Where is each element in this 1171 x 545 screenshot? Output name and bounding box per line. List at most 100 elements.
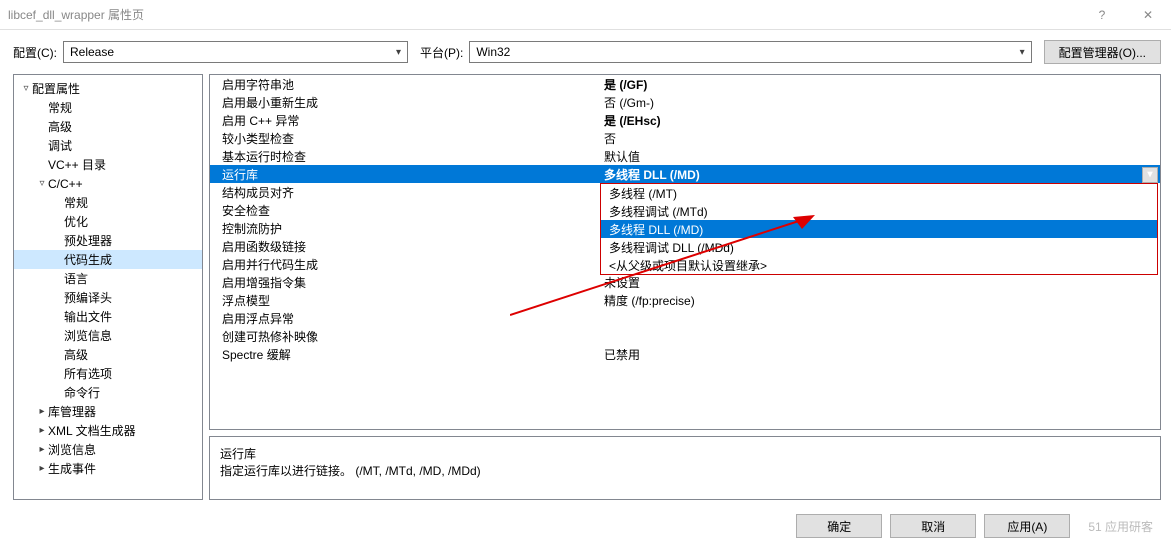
tree-item-label: XML 文档生成器: [48, 422, 136, 439]
property-value[interactable]: 未设置: [600, 274, 1160, 291]
tree-item[interactable]: 预编译头: [14, 288, 202, 307]
tree-item[interactable]: 高级: [14, 345, 202, 364]
tree-item[interactable]: ▿配置属性: [14, 79, 202, 98]
tree-item-label: 生成事件: [48, 460, 96, 477]
tree-item[interactable]: 代码生成: [14, 250, 202, 269]
tree-item[interactable]: ▸库管理器: [14, 402, 202, 421]
tree-item-label: 调试: [48, 137, 72, 154]
property-name: 启用浮点异常: [210, 310, 600, 327]
property-name: 启用函数级链接: [210, 238, 600, 255]
property-row[interactable]: Spectre 缓解已禁用: [210, 345, 1160, 363]
tree-item-label: 配置属性: [32, 80, 80, 97]
tree-item-label: 预处理器: [64, 232, 112, 249]
chevron-right-icon: ▸: [36, 425, 48, 436]
dropdown-arrow-icon[interactable]: ▾: [1142, 167, 1158, 183]
config-row: 配置(C): Release ▾ 平台(P): Win32 ▾ 配置管理器(O)…: [0, 30, 1171, 74]
chevron-down-icon: ▿: [20, 83, 32, 94]
property-value[interactable]: 是 (/EHsc): [600, 112, 1160, 129]
dialog-footer: 确定 取消 应用(A) 51 应用研客: [0, 500, 1171, 538]
property-value[interactable]: 已禁用: [600, 346, 1160, 363]
tree-item[interactable]: VC++ 目录: [14, 155, 202, 174]
runtime-library-dropdown[interactable]: 多线程 (/MT)多线程调试 (/MTd)多线程 DLL (/MD)多线程调试 …: [600, 183, 1158, 275]
category-tree[interactable]: ▿配置属性常规高级调试VC++ 目录▿C/C++常规优化预处理器代码生成语言预编…: [13, 74, 203, 500]
tree-item[interactable]: 优化: [14, 212, 202, 231]
property-name: 控制流防护: [210, 220, 600, 237]
property-name: 启用字符串池: [210, 76, 600, 93]
cancel-button[interactable]: 取消: [890, 514, 976, 538]
tree-item-label: VC++ 目录: [48, 156, 106, 173]
config-manager-button[interactable]: 配置管理器(O)...: [1044, 40, 1161, 64]
property-name: 创建可热修补映像: [210, 328, 600, 345]
property-value[interactable]: 多线程 DLL (/MD)▾: [600, 166, 1160, 183]
tree-item-label: C/C++: [48, 177, 83, 191]
tree-item[interactable]: ▸XML 文档生成器: [14, 421, 202, 440]
config-value: Release: [70, 45, 114, 59]
tree-item[interactable]: ▸生成事件: [14, 459, 202, 478]
tree-item[interactable]: 常规: [14, 98, 202, 117]
chevron-right-icon: ▸: [36, 406, 48, 417]
property-row[interactable]: 运行库多线程 DLL (/MD)▾: [210, 165, 1160, 183]
tree-item-label: 命令行: [64, 384, 100, 401]
tree-item-label: 常规: [48, 99, 72, 116]
property-value[interactable]: 默认值: [600, 148, 1160, 165]
dropdown-option[interactable]: 多线程调试 (/MTd): [601, 202, 1157, 220]
property-value[interactable]: 否 (/Gm-): [600, 94, 1160, 111]
ok-button[interactable]: 确定: [796, 514, 882, 538]
help-button[interactable]: ?: [1079, 0, 1125, 30]
tree-item[interactable]: 命令行: [14, 383, 202, 402]
chevron-down-icon: ▾: [396, 47, 401, 58]
title-bar: libcef_dll_wrapper 属性页 ? ✕: [0, 0, 1171, 30]
property-value[interactable]: 否: [600, 130, 1160, 147]
property-name: Spectre 缓解: [210, 346, 600, 363]
property-row[interactable]: 启用 C++ 异常是 (/EHsc): [210, 111, 1160, 129]
property-row[interactable]: 较小类型检查否: [210, 129, 1160, 147]
config-label: 配置(C):: [13, 44, 57, 61]
property-value[interactable]: 是 (/GF): [600, 76, 1160, 93]
dropdown-option[interactable]: <从父级或项目默认设置继承>: [601, 256, 1157, 274]
apply-button[interactable]: 应用(A): [984, 514, 1070, 538]
property-row[interactable]: 创建可热修补映像: [210, 327, 1160, 345]
tree-item-label: 输出文件: [64, 308, 112, 325]
tree-item[interactable]: 预处理器: [14, 231, 202, 250]
tree-item-label: 浏览信息: [48, 441, 96, 458]
property-row[interactable]: 浮点模型精度 (/fp:precise): [210, 291, 1160, 309]
dropdown-option[interactable]: 多线程 (/MT): [601, 184, 1157, 202]
property-row[interactable]: 启用浮点异常: [210, 309, 1160, 327]
tree-item-label: 所有选项: [64, 365, 112, 382]
chevron-down-icon: ▾: [1020, 47, 1025, 58]
description-text: 指定运行库以进行链接。 (/MT, /MTd, /MD, /MDd): [220, 462, 1150, 479]
tree-item[interactable]: 所有选项: [14, 364, 202, 383]
tree-item-label: 优化: [64, 213, 88, 230]
platform-combo[interactable]: Win32 ▾: [469, 41, 1031, 63]
property-grid[interactable]: 启用字符串池是 (/GF)启用最小重新生成否 (/Gm-)启用 C++ 异常是 …: [209, 74, 1161, 430]
tree-item[interactable]: 调试: [14, 136, 202, 155]
property-name: 启用 C++ 异常: [210, 112, 600, 129]
tree-item-label: 语言: [64, 270, 88, 287]
property-row[interactable]: 启用字符串池是 (/GF): [210, 75, 1160, 93]
tree-item[interactable]: ▸浏览信息: [14, 440, 202, 459]
tree-item[interactable]: ▿C/C++: [14, 174, 202, 193]
dropdown-option[interactable]: 多线程 DLL (/MD): [601, 220, 1157, 238]
tree-item[interactable]: 常规: [14, 193, 202, 212]
tree-item-label: 常规: [64, 194, 88, 211]
tree-item[interactable]: 输出文件: [14, 307, 202, 326]
description-name: 运行库: [220, 445, 1150, 462]
property-name: 启用并行代码生成: [210, 256, 600, 273]
property-name: 浮点模型: [210, 292, 600, 309]
tree-item[interactable]: 高级: [14, 117, 202, 136]
config-combo[interactable]: Release ▾: [63, 41, 408, 63]
tree-item[interactable]: 浏览信息: [14, 326, 202, 345]
property-name: 结构成员对齐: [210, 184, 600, 201]
property-row[interactable]: 基本运行时检查默认值: [210, 147, 1160, 165]
property-row[interactable]: 启用最小重新生成否 (/Gm-): [210, 93, 1160, 111]
close-button[interactable]: ✕: [1125, 0, 1171, 30]
property-name: 启用增强指令集: [210, 274, 600, 291]
property-name: 安全检查: [210, 202, 600, 219]
dropdown-option[interactable]: 多线程调试 DLL (/MDd): [601, 238, 1157, 256]
property-value[interactable]: 精度 (/fp:precise): [600, 292, 1160, 309]
property-name: 基本运行时检查: [210, 148, 600, 165]
tree-item-label: 高级: [64, 346, 88, 363]
chevron-down-icon: ▿: [36, 178, 48, 189]
property-row[interactable]: 启用增强指令集未设置: [210, 273, 1160, 291]
tree-item[interactable]: 语言: [14, 269, 202, 288]
